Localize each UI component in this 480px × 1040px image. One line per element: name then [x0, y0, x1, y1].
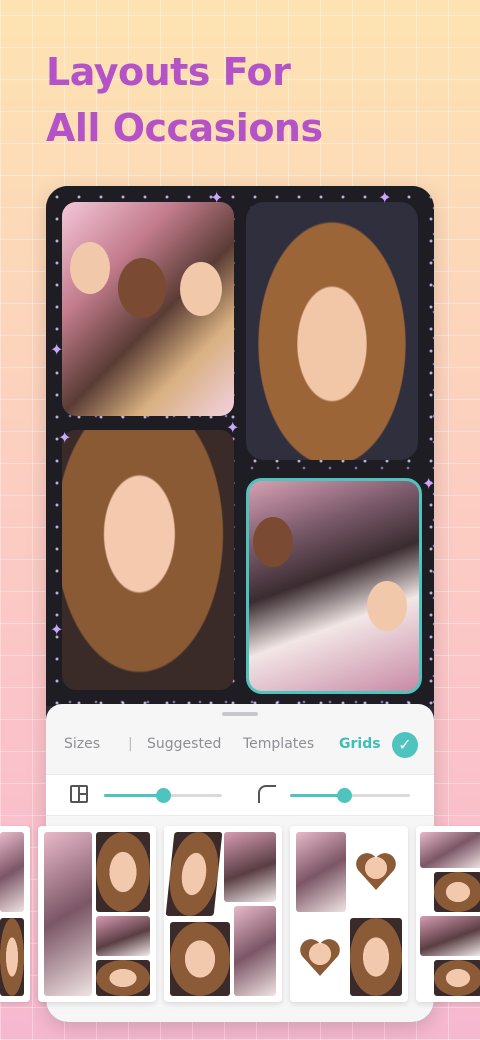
headline-line-1: Layouts For	[46, 50, 291, 94]
face	[367, 581, 407, 631]
sparkle-icon: ✦	[378, 188, 392, 207]
grid-cell	[96, 960, 150, 996]
border-slider[interactable]	[104, 788, 222, 803]
collage-photo-3[interactable]	[62, 430, 234, 690]
grid-cell	[234, 906, 276, 996]
grid-option-2[interactable]	[38, 826, 156, 1002]
sparkle-icon: ✦	[422, 474, 434, 493]
corner-slider[interactable]	[290, 788, 410, 803]
tab-templates[interactable]: Templates	[243, 736, 314, 752]
grid-cell	[170, 922, 230, 996]
grid-cell	[165, 832, 223, 916]
sparkle-icon: ✦	[58, 428, 72, 447]
drag-handle[interactable]	[222, 712, 258, 716]
layout-tabs: Sizes | Suggested Templates Grids ✓	[46, 726, 434, 766]
headline: Layouts For All Occasions	[46, 44, 323, 156]
collage-canvas: ✦ ✦ ✦ ✦ ✦ ✦ ✦	[46, 186, 434, 706]
tab-sizes[interactable]: Sizes	[64, 736, 100, 752]
border-slider-fill	[104, 794, 163, 797]
grid-cell	[96, 916, 150, 956]
corner-radius-icon	[258, 785, 276, 803]
corner-slider-fill	[290, 794, 344, 797]
layout-border-icon	[70, 785, 88, 803]
collage-photo-4-selected[interactable]	[246, 478, 422, 694]
face	[118, 258, 166, 318]
grid-cell	[350, 918, 402, 996]
collage-photo-2[interactable]	[246, 202, 418, 460]
grid-cell	[434, 960, 480, 996]
grid-cell	[0, 918, 24, 996]
grid-option-4[interactable]	[290, 826, 408, 1002]
sparkle-icon: ✦	[50, 340, 64, 359]
adjustment-sliders	[46, 774, 434, 816]
corner-slider-thumb[interactable]	[337, 788, 352, 803]
grid-cell	[420, 916, 480, 956]
grid-option-3[interactable]	[164, 826, 282, 1002]
tab-separator: |	[128, 736, 133, 752]
grid-cell	[296, 832, 346, 912]
tab-suggested[interactable]: Suggested	[147, 736, 221, 752]
grid-cell	[224, 832, 276, 902]
grid-cell	[0, 832, 24, 912]
grid-thumbnail-strip	[0, 826, 480, 1006]
grid-cell	[96, 832, 150, 912]
face	[70, 242, 110, 294]
tab-grids[interactable]: Grids	[339, 736, 381, 752]
heart-frame	[298, 936, 342, 976]
grid-cell	[434, 872, 480, 912]
checkmark-icon[interactable]: ✓	[392, 732, 418, 758]
face	[180, 262, 222, 316]
face	[253, 517, 293, 567]
grid-option-1[interactable]	[0, 826, 30, 1002]
collage-photo-1[interactable]	[62, 202, 234, 416]
sparkle-icon: ✦	[226, 418, 240, 437]
grid-cell	[44, 832, 92, 996]
headline-line-2: All Occasions	[46, 106, 323, 150]
sparkle-icon: ✦	[50, 620, 64, 639]
grid-option-5[interactable]	[416, 826, 480, 1002]
grid-cell	[420, 832, 480, 868]
sparkle-icon: ✦	[210, 188, 224, 207]
border-slider-thumb[interactable]	[156, 788, 171, 803]
heart-frame	[354, 850, 398, 890]
